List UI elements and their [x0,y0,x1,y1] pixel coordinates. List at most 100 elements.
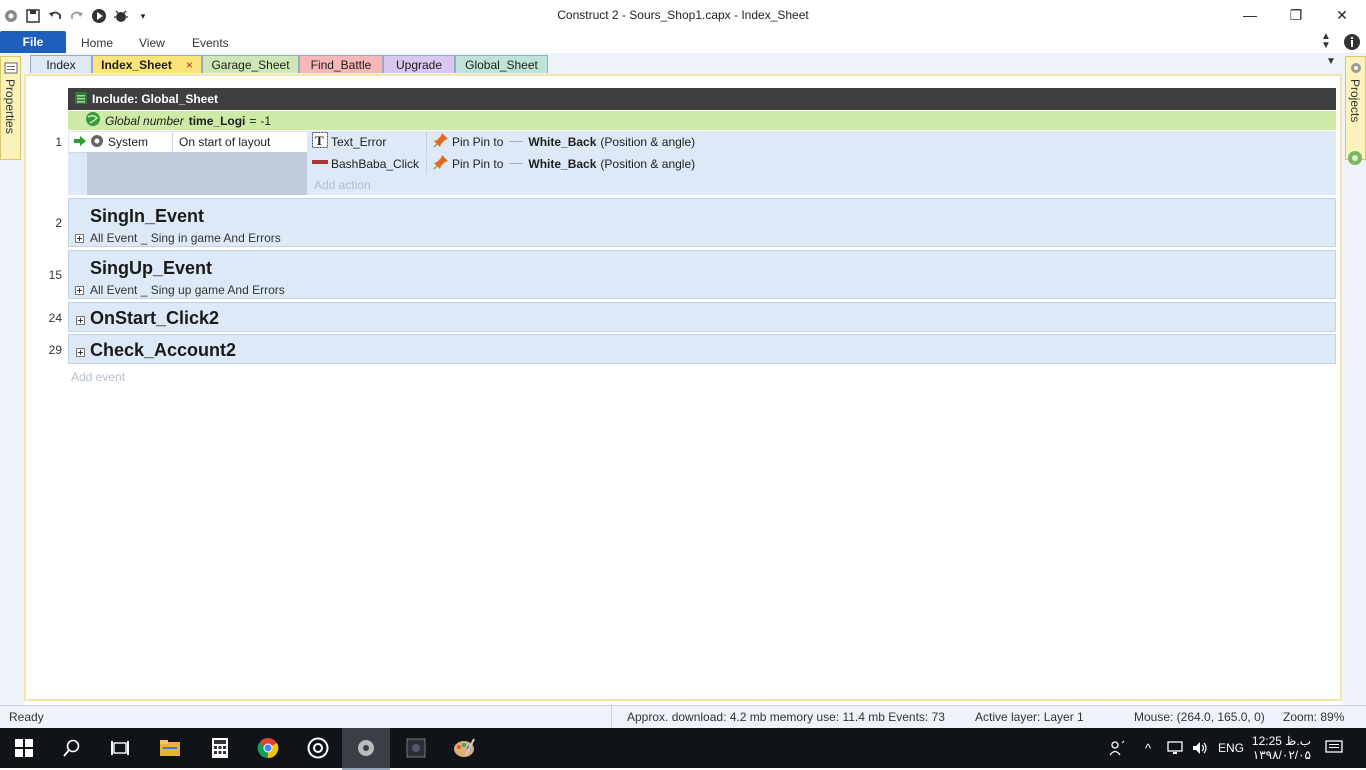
action-target: White_Back [528,156,597,171]
global-variable-row[interactable]: Global number time_Logi = -1 [68,111,1336,130]
expand-group-icon[interactable] [75,233,84,243]
condition-empty-area[interactable] [87,152,307,195]
media-app-icon[interactable] [294,728,342,768]
svg-text:T: T [315,133,324,148]
global-var-kind: Global number [105,113,184,128]
layers-panel-icon[interactable] [1347,150,1363,169]
start-icon[interactable] [0,728,48,768]
include-icon [74,91,88,108]
status-download: Approx. download: 4.2 mb memory use: 11.… [627,710,945,724]
system-gear-icon [89,133,105,152]
group-title: OnStart_Click2 [90,308,220,328]
add-action-row[interactable]: Add action [308,175,1336,195]
notifications-icon[interactable] [1325,728,1343,768]
restore-button[interactable]: ❐ [1273,0,1319,30]
event-group[interactable]: SingUp_Event All Event _ Sing up game An… [68,250,1336,299]
tab-global-sheet[interactable]: Global_Sheet [455,55,548,73]
properties-icon [4,61,18,78]
status-mouse: Mouse: (264.0, 165.0, 0) [1134,710,1265,724]
expand-group-icon[interactable] [75,285,84,295]
add-event-link[interactable]: Add event [71,370,125,384]
tab-list-dropdown-icon[interactable]: ▼ [1326,56,1336,67]
calculator-icon[interactable] [196,728,244,768]
action-name: Pin Pin to [452,156,504,171]
group-description: All Event _ Sing in game And Errors [90,231,281,245]
tab-garage-sheet[interactable]: Garage_Sheet [202,55,299,73]
include-row[interactable]: Include: Global_Sheet [68,88,1336,110]
event-number: 29 [48,343,62,357]
paint-icon[interactable] [440,728,488,768]
ribbon-tab-home[interactable]: Home [81,36,113,50]
expand-group-icon[interactable] [76,316,85,325]
global-var-name: time_Logi [188,113,246,128]
ribbon-scroll-icon[interactable]: ▲ ▼ [1321,32,1331,51]
construct2-taskbar-icon[interactable] [342,728,390,770]
event-group[interactable]: OnStart_Click2 [68,302,1336,332]
file-explorer-icon[interactable] [146,728,194,768]
tab-find-battle[interactable]: Find_Battle [299,55,383,73]
ribbon-tab-view[interactable]: View [139,36,165,50]
chrome-icon[interactable] [244,728,292,768]
event-number: 15 [48,268,62,282]
preview-window-icon[interactable] [392,728,440,768]
tab-index-sheet[interactable]: Index_Sheet × [92,55,202,73]
file-menu-button[interactable]: File [0,31,66,53]
tab-index[interactable]: Index [30,55,92,73]
tab-label: Find_Battle [310,57,372,72]
title-bar: ▾ Construct 2 - Sours_Shop1.capx - Index… [0,0,1366,31]
network-icon[interactable] [1167,728,1185,768]
event-group[interactable]: Check_Account2 [68,334,1336,364]
group-title: Check_Account2 [90,340,237,360]
windows-taskbar: ^ ENG 12:25 ب.ظ ۱۳۹۸/۰۲/۰۵ [0,728,1366,770]
sprite-object-icon [312,154,328,173]
status-zoom: Zoom: 89% [1283,710,1345,724]
projects-label: Projects [1348,79,1362,123]
condition-text: On start of layout [179,135,271,149]
object-line-icon [509,141,524,142]
info-icon[interactable] [1343,33,1361,54]
pin-icon [433,132,449,151]
projects-panel-tab[interactable]: Projects [1345,56,1366,160]
tab-label: Global_Sheet [465,57,538,72]
clock-date: ۱۳۹۸/۰۲/۰۵ [1252,748,1311,762]
tab-label: Garage_Sheet [211,57,290,72]
properties-panel-tab[interactable]: Properties [0,56,21,160]
close-tab-icon[interactable]: × [186,58,193,72]
event-number: 2 [55,216,62,230]
group-title: SingUp_Event [90,258,213,278]
search-icon[interactable] [48,728,96,768]
divider [426,131,427,152]
people-icon[interactable] [1108,728,1126,768]
global-var-value: -1 [260,113,272,128]
group-description: All Event _ Sing up game And Errors [90,283,285,297]
add-action-link[interactable]: Add action [314,178,371,192]
tab-upgrade[interactable]: Upgrade [383,55,455,73]
divider [426,153,427,174]
volume-icon[interactable] [1191,728,1209,768]
group-title: SingIn_Event [90,206,205,226]
clock-time: 12:25 ب.ظ [1251,734,1311,748]
show-hidden-icons-icon[interactable]: ^ [1145,728,1151,768]
status-layer: Active layer: Layer 1 [975,710,1084,724]
minimize-button[interactable]: — [1227,0,1273,30]
include-label: Include: Global_Sheet [92,92,219,106]
action-row[interactable]: T Text_Error Pin Pin to White_Back (Posi… [308,131,1336,152]
event-number: 24 [48,311,62,325]
condition-row[interactable]: System On start of layout [69,132,307,153]
trigger-arrow-icon [73,135,87,150]
ribbon-tab-events[interactable]: Events [192,36,229,50]
text-object-icon: T [312,132,328,151]
input-language[interactable]: ENG [1218,728,1244,768]
event-group[interactable]: SingIn_Event All Event _ Sing in game An… [68,198,1336,247]
globe-icon [85,111,101,130]
action-row[interactable]: BashBaba_Click Pin Pin to White_Back (Po… [308,153,1336,174]
left-dock [0,74,24,705]
expand-group-icon[interactable] [76,348,85,357]
object-line-icon [509,163,524,164]
event-number: 1 [55,135,62,149]
task-view-icon[interactable] [96,728,144,768]
close-button[interactable]: ✕ [1319,0,1365,30]
clock[interactable]: 12:25 ب.ظ ۱۳۹۸/۰۲/۰۵ [1251,728,1311,768]
window-title: Construct 2 - Sours_Shop1.capx - Index_S… [557,8,809,22]
global-var-equals: = [249,113,257,128]
